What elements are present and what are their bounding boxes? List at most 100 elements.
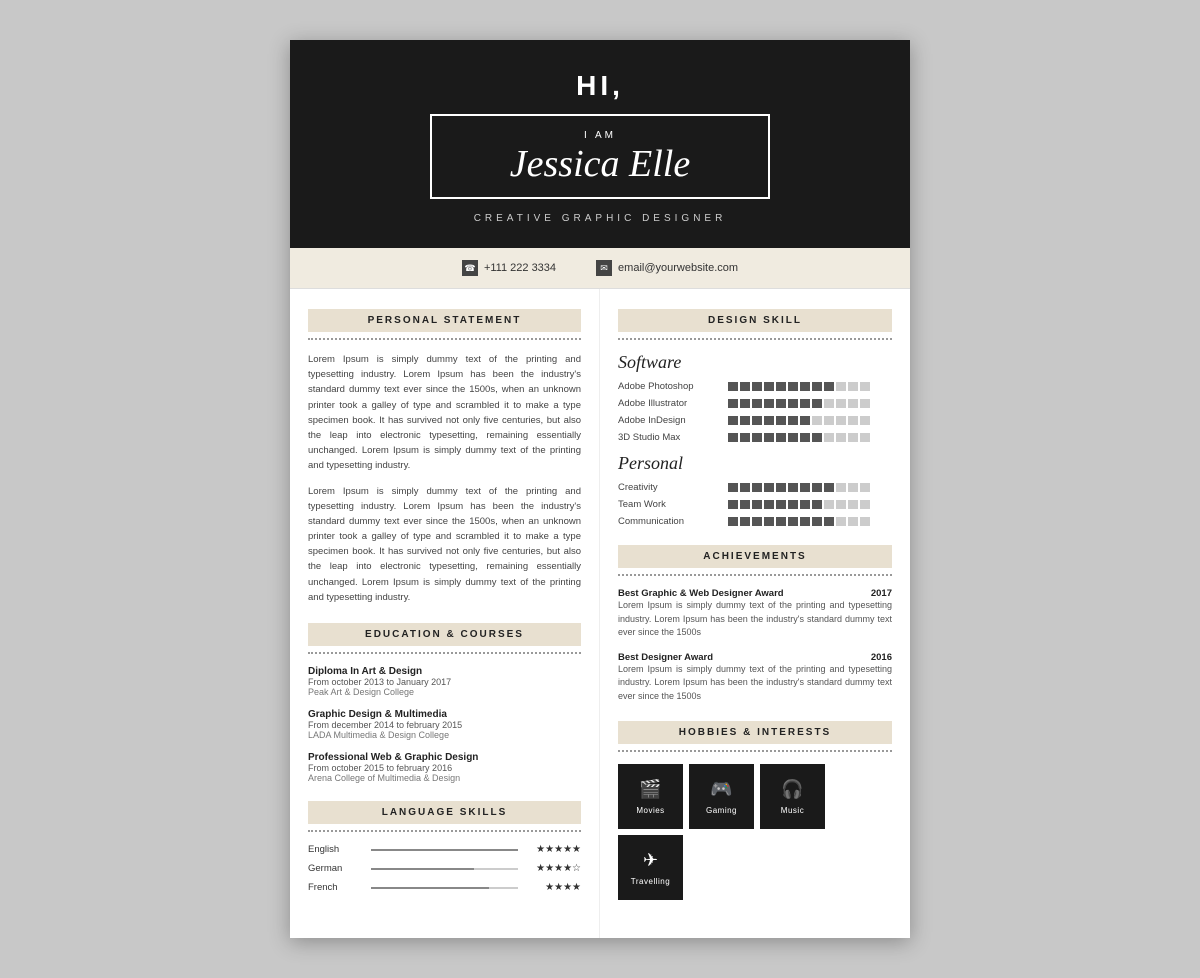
name-box: I AM Jessica Elle xyxy=(430,114,770,199)
section-divider xyxy=(308,652,581,654)
edu-item-school: LADA Multimedia & Design College xyxy=(308,730,581,740)
skill-name: Adobe Illustrator xyxy=(618,398,728,409)
achievement-text: Lorem Ipsum is simply dummy text of the … xyxy=(618,599,892,640)
edu-item-date: From december 2014 to february 2015 xyxy=(308,720,581,730)
lang-name: English xyxy=(308,844,363,855)
skill-block-filled xyxy=(728,517,738,526)
skill-block-empty xyxy=(812,416,822,425)
skill-block-filled xyxy=(800,500,810,509)
skill-blocks xyxy=(728,382,870,391)
skill-block-filled xyxy=(812,399,822,408)
lang-name: French xyxy=(308,882,363,893)
skill-block-empty xyxy=(848,517,858,526)
lang-bar-fill xyxy=(371,887,489,889)
skill-block-filled xyxy=(776,500,786,509)
skill-block-empty xyxy=(860,399,870,408)
skill-block-filled xyxy=(740,382,750,391)
hobby-icon: 🎬 xyxy=(639,779,661,800)
skill-block-filled xyxy=(728,433,738,442)
skill-block-empty xyxy=(848,433,858,442)
skill-block-filled xyxy=(764,517,774,526)
language-item: English ★★★★★ xyxy=(308,844,581,855)
skill-name: Team Work xyxy=(618,499,728,510)
lang-bar xyxy=(371,868,518,870)
lang-bar xyxy=(371,849,518,851)
skill-block-filled xyxy=(788,399,798,408)
skill-block-filled xyxy=(728,483,738,492)
design-skills-section: DESIGN SKILL Software Adobe Photoshop Ad… xyxy=(618,309,892,527)
resume-document: HI, I AM Jessica Elle CREATIVE GRAPHIC D… xyxy=(290,40,910,938)
skill-item: Communication xyxy=(618,516,892,527)
achievement-text: Lorem Ipsum is simply dummy text of the … xyxy=(618,663,892,704)
skill-name: Adobe Photoshop xyxy=(618,381,728,392)
lang-bar-fill xyxy=(371,868,474,870)
right-column: DESIGN SKILL Software Adobe Photoshop Ad… xyxy=(600,289,910,938)
design-skills-title: DESIGN SKILL xyxy=(618,309,892,332)
skill-block-filled xyxy=(788,382,798,391)
skill-block-filled xyxy=(740,483,750,492)
software-label: Software xyxy=(618,352,892,373)
personal-statement-section: PERSONAL STATEMENT Lorem Ipsum is simply… xyxy=(308,309,581,605)
phone-icon: ☎ xyxy=(462,260,478,276)
skill-block-filled xyxy=(728,399,738,408)
skill-block-filled xyxy=(752,500,762,509)
personal-skills-list: Creativity Team Work Communication xyxy=(618,482,892,527)
skill-block-filled xyxy=(824,483,834,492)
language-section: LANGUAGE SKILLS English ★★★★★ German ★★★… xyxy=(308,801,581,893)
skill-block-empty xyxy=(848,382,858,391)
edu-item-school: Arena College of Multimedia & Design xyxy=(308,773,581,783)
skill-block-filled xyxy=(800,416,810,425)
achievement-year: 2017 xyxy=(871,588,892,599)
skill-block-empty xyxy=(848,399,858,408)
edu-item-school: Peak Art & Design College xyxy=(308,687,581,697)
hobby-icon: ✈ xyxy=(643,850,658,871)
lang-stars: ★★★★★ xyxy=(526,844,581,855)
language-items: English ★★★★★ German ★★★★☆ French ★★★★ xyxy=(308,844,581,893)
skill-block-empty xyxy=(836,483,846,492)
skill-item: Adobe Photoshop xyxy=(618,381,892,392)
skill-item: 3D Studio Max xyxy=(618,432,892,443)
resume-header: HI, I AM Jessica Elle CREATIVE GRAPHIC D… xyxy=(290,40,910,248)
skill-block-filled xyxy=(800,399,810,408)
skill-block-empty xyxy=(824,433,834,442)
skill-block-filled xyxy=(752,517,762,526)
skill-block-empty xyxy=(824,416,834,425)
edu-item-title: Graphic Design & Multimedia xyxy=(308,709,581,720)
skill-block-filled xyxy=(776,517,786,526)
skill-block-filled xyxy=(764,399,774,408)
skill-block-empty xyxy=(824,500,834,509)
achievement-header: Best Designer Award 2016 xyxy=(618,652,892,663)
skill-name: Communication xyxy=(618,516,728,527)
skill-block-filled xyxy=(752,483,762,492)
skill-block-empty xyxy=(848,416,858,425)
skill-block-filled xyxy=(788,483,798,492)
skill-block-empty xyxy=(848,483,858,492)
skill-block-filled xyxy=(764,382,774,391)
skill-item: Creativity xyxy=(618,482,892,493)
edu-item-date: From october 2015 to february 2016 xyxy=(308,763,581,773)
skill-block-filled xyxy=(800,483,810,492)
education-section: EDUCATION & COURSES Diploma In Art & Des… xyxy=(308,623,581,783)
hobby-item: 🎧 Music xyxy=(760,764,825,829)
skill-block-empty xyxy=(860,500,870,509)
skill-block-empty xyxy=(860,382,870,391)
skill-name: Adobe InDesign xyxy=(618,415,728,426)
achievement-title: Best Graphic & Web Designer Award xyxy=(618,588,784,599)
language-item: French ★★★★ xyxy=(308,882,581,893)
software-skills-list: Adobe Photoshop Adobe Illustrator Adobe … xyxy=(618,381,892,443)
skill-item: Team Work xyxy=(618,499,892,510)
skill-name: Creativity xyxy=(618,482,728,493)
skill-block-filled xyxy=(812,382,822,391)
achievement-item: Best Designer Award 2016 Lorem Ipsum is … xyxy=(618,652,892,704)
left-column: PERSONAL STATEMENT Lorem Ipsum is simply… xyxy=(290,289,600,938)
lang-bar-fill xyxy=(371,849,518,851)
phone-contact: ☎ +111 222 3334 xyxy=(462,260,556,276)
language-item: German ★★★★☆ xyxy=(308,863,581,874)
skill-block-filled xyxy=(752,399,762,408)
hobby-icon: 🎮 xyxy=(710,779,732,800)
email-address: email@yourwebsite.com xyxy=(618,262,738,274)
skill-block-filled xyxy=(764,483,774,492)
skill-block-filled xyxy=(812,483,822,492)
edu-item-date: From october 2013 to January 2017 xyxy=(308,677,581,687)
skill-block-empty xyxy=(836,500,846,509)
